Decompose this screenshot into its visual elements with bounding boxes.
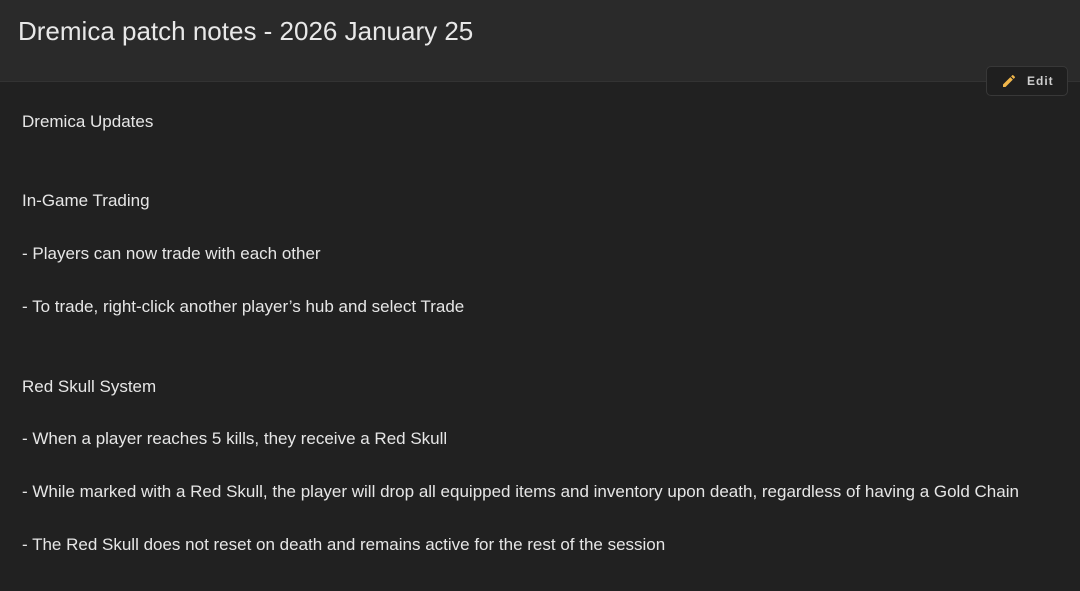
list-item: - To trade, right-click another player’s… xyxy=(22,297,465,316)
page-title: Dremica patch notes - 2026 January 25 xyxy=(18,16,474,46)
list-item: - While marked with a Red Skull, the pla… xyxy=(22,482,1019,501)
section-title-trading: In-Game Trading xyxy=(22,191,150,210)
section-title-red-skull: Red Skull System xyxy=(22,377,157,396)
edit-button-label: Edit xyxy=(1027,74,1054,88)
list-item: - When a player reaches 5 kills, they re… xyxy=(22,429,448,448)
pencil-icon xyxy=(1003,74,1016,87)
list-item: - Players can now trade with each other xyxy=(22,244,321,263)
page-header: Dremica patch notes - 2026 January 25 xyxy=(0,0,1080,82)
notes-heading: Dremica Updates xyxy=(22,112,154,131)
list-item: - The Red Skull does not reset on death … xyxy=(22,535,666,554)
patch-notes-page: Dremica patch notes - 2026 January 25 Ed… xyxy=(0,0,1080,591)
edit-button[interactable]: Edit xyxy=(986,66,1068,96)
